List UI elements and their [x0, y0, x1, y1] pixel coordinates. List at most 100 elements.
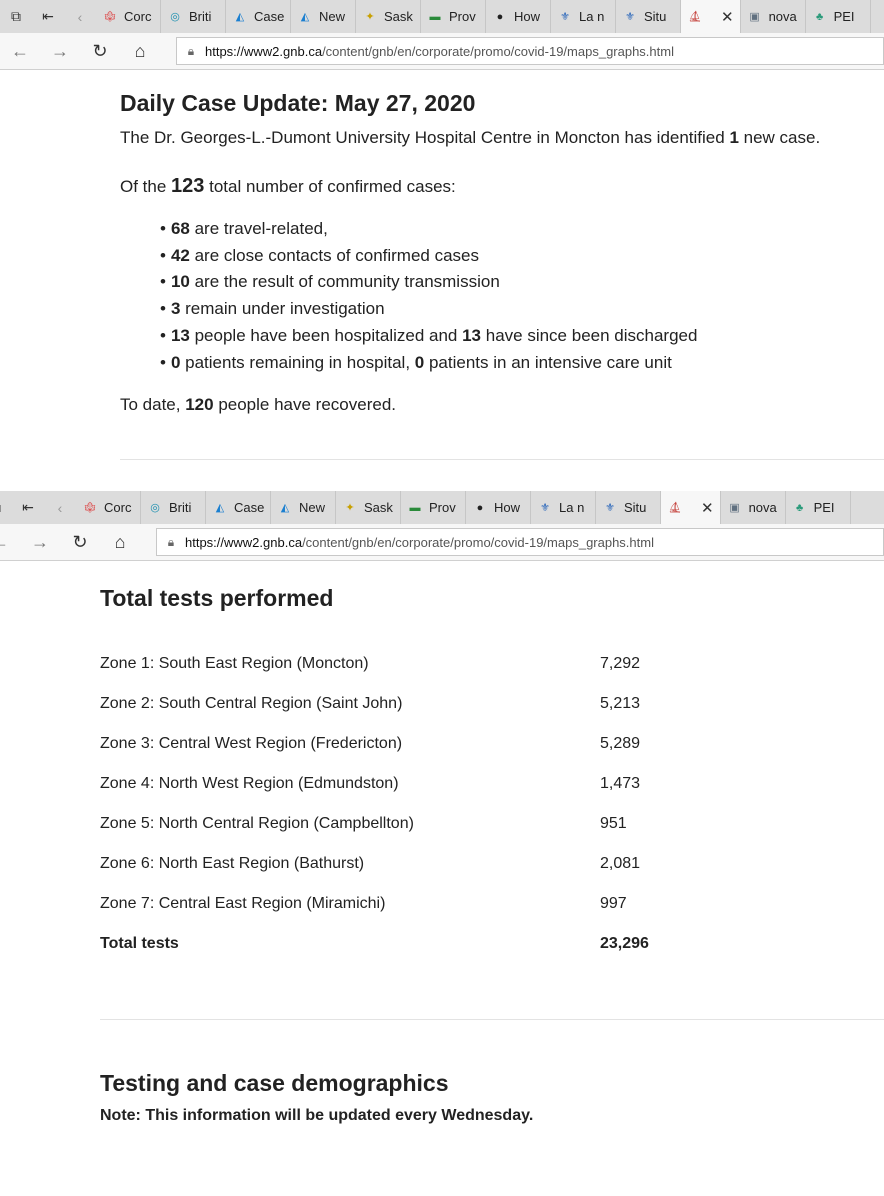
confirmed-cases-text: Of the 123 total number of confirmed cas… [120, 175, 884, 198]
browser-tab[interactable]: ▣ nova [721, 491, 786, 524]
chart-icon: ◭ [215, 502, 225, 514]
browser-tab[interactable]: ⚜ La n [531, 491, 596, 524]
tab-label: Prov [429, 500, 456, 515]
tab-label: Situ [624, 500, 647, 515]
nb-icon: ⛵︎ [668, 502, 682, 514]
browser-tab[interactable]: ✦ Sask [356, 0, 421, 33]
close-tab-icon[interactable]: ✕ [701, 499, 714, 517]
tab-label: Sask [384, 9, 413, 24]
browser-tab[interactable]: 🍁︎ Corc [76, 491, 141, 524]
browser-tab[interactable]: ▣ nova [741, 0, 806, 33]
recovered-text: To date, 120 people have recovered. [120, 394, 884, 416]
set-aside-tabs-icon[interactable]: ⇤ [12, 491, 44, 524]
refresh-icon[interactable]: ↻ [60, 532, 100, 553]
bc-icon: ◎ [150, 502, 160, 514]
browser-tab[interactable]: ◭ Case [206, 491, 271, 524]
zone-name: Zone 7: Central East Region (Miramichi) [100, 895, 386, 912]
tab-label: Case [254, 9, 284, 24]
tab-label: How [514, 9, 541, 24]
tab-bar: ⧉ ⇤ ‹ 🍁︎ Corc ◎ Briti ◭ Case ◭ New ✦ Sask ▬ Prov ● Ho… [0, 491, 884, 524]
bullet-icon: • [160, 299, 166, 319]
new-case-text-a: The Dr. Georges-L.-Dumont University Hos… [120, 128, 730, 147]
table-row: Zone 4: North West Region (Edmundston) 1,… [100, 775, 700, 815]
demographics-note: Note: This information will be updated e… [100, 1107, 534, 1124]
browser-tab[interactable]: ⛵︎ ✕ [681, 0, 741, 33]
browser-tab[interactable]: ⚜ Situ [596, 491, 661, 524]
tab-label: New [299, 500, 326, 515]
quebec-icon: ⚜ [540, 502, 550, 514]
bullet-text: have since been discharged [481, 325, 698, 345]
browser-tab[interactable]: ♣ PEI [786, 491, 851, 524]
image-icon: ▣ [749, 11, 760, 23]
set-aside-tabs-icon[interactable]: ⇤ [32, 0, 64, 33]
address-bar[interactable]: 🔒︎ https://www2.gnb.ca/content/gnb/en/co… [176, 37, 884, 65]
browser-tab[interactable]: ✦ Sask [336, 491, 401, 524]
list-item: • 3 remain under investigation [160, 296, 884, 323]
tab-bar: ⧉ ⇤ ‹ 🍁︎ Corc ◎ Briti ◭ Case ◭ New ✦ Sask ▬ Prov ● Ho… [0, 0, 884, 33]
scroll-tabs-left-icon[interactable]: ‹ [44, 491, 76, 524]
browser-tab[interactable]: ♣ PEI [806, 0, 871, 33]
home-icon[interactable]: ⌂ [100, 532, 140, 553]
browser-tab[interactable]: ◎ Briti [141, 491, 206, 524]
back-icon[interactable]: ← [0, 532, 20, 553]
bullet-count: 3 [170, 299, 181, 319]
bullet-count: 13 [170, 325, 190, 345]
url-path: /content/gnb/en/corporate/promo/covid-19… [302, 534, 654, 550]
browser-tab[interactable]: ◭ New [291, 0, 356, 33]
browser-tab[interactable]: ● How [486, 0, 551, 33]
bullet-text: remain under investigation [180, 299, 385, 319]
tab-label: New [319, 9, 346, 24]
zone-test-count: 5,289 [600, 735, 641, 752]
url-path: /content/gnb/en/corporate/promo/covid-19… [322, 43, 674, 59]
address-bar-row: ← → ↻ ⌂ 🔒︎ https://www2.gnb.ca/content/g… [0, 524, 884, 561]
scroll-tabs-left-icon[interactable]: ‹ [64, 0, 96, 33]
total-label: Total tests [100, 935, 179, 952]
maple-leaf-icon: 🍁︎ [103, 11, 117, 23]
table-row: Zone 6: North East Region (Bathurst) 2,08… [100, 855, 700, 895]
browser-tab[interactable]: ⚜ La n [551, 0, 616, 33]
address-bar-row: ← → ↻ ⌂ 🔒︎ https://www2.gnb.ca/content/g… [0, 33, 884, 70]
tab-actions-icon[interactable]: ⧉ [0, 491, 12, 524]
pei-icon: ♣ [795, 501, 804, 514]
list-item: • 68 are travel-related, [160, 216, 884, 243]
url-host: https://www2.gnb.ca [185, 534, 303, 550]
browser-tab[interactable]: ● How [466, 491, 531, 524]
bullet-count: 42 [170, 245, 190, 265]
tab-actions-icon[interactable]: ⧉ [0, 0, 32, 33]
table-total-row: Total tests 23,296 [100, 935, 700, 975]
tab-label: La n [559, 500, 585, 515]
browser-tab[interactable]: ▬ Prov [421, 0, 486, 33]
new-case-count: 1 [729, 128, 739, 147]
url-host: https://www2.gnb.ca [205, 43, 323, 59]
divider [100, 1019, 884, 1020]
address-bar[interactable]: 🔒︎ https://www2.gnb.ca/content/gnb/en/co… [156, 528, 884, 556]
refresh-icon[interactable]: ↻ [80, 41, 120, 62]
recovered-text-b: people have recovered. [213, 395, 396, 415]
home-icon[interactable]: ⌂ [120, 41, 160, 62]
browser-chrome-top: ⧉ ⇤ ‹ 🍁︎ Corc ◎ Briti ◭ Case ◭ New ✦ Sask ▬ Prov ● Ho… [0, 0, 884, 70]
back-icon[interactable]: ← [0, 41, 40, 62]
browser-tab[interactable]: ◎ Briti [161, 0, 226, 33]
bullet-text: are close contacts of confirmed cases [189, 245, 480, 265]
close-tab-icon[interactable]: ✕ [721, 8, 734, 26]
browser-tab[interactable]: ⛵︎ ✕ [661, 491, 721, 524]
browser-tab[interactable]: ◭ Case [226, 0, 291, 33]
new-case-text-b: new case. [738, 128, 821, 147]
recovered-text-a: To date, [120, 395, 186, 415]
browser-tab[interactable]: ◭ New [271, 491, 336, 524]
bullet-text: people have been hospitalized and [189, 325, 463, 345]
browser-tab[interactable]: 🍁︎ Corc [96, 0, 161, 33]
browser-tab[interactable]: ▬ Prov [401, 491, 466, 524]
tests-table: Zone 1: South East Region (Moncton) 7,292… [100, 655, 700, 975]
zone-test-count: 5,213 [600, 695, 641, 712]
demographics-title: Testing and case demographics [100, 1070, 449, 1096]
zone-test-count: 1,473 [600, 775, 641, 792]
confirmed-text-b: total number of confirmed cases: [204, 177, 456, 196]
forward-icon[interactable]: → [40, 41, 80, 62]
zone-name: Zone 2: South Central Region (Saint John… [100, 695, 403, 712]
dark-circle-icon: ● [476, 501, 484, 514]
lock-icon: 🔒︎ [187, 43, 195, 58]
browser-tab[interactable]: ⚜ Situ [616, 0, 681, 33]
bullet-icon: • [160, 219, 166, 238]
forward-icon[interactable]: → [20, 532, 60, 553]
